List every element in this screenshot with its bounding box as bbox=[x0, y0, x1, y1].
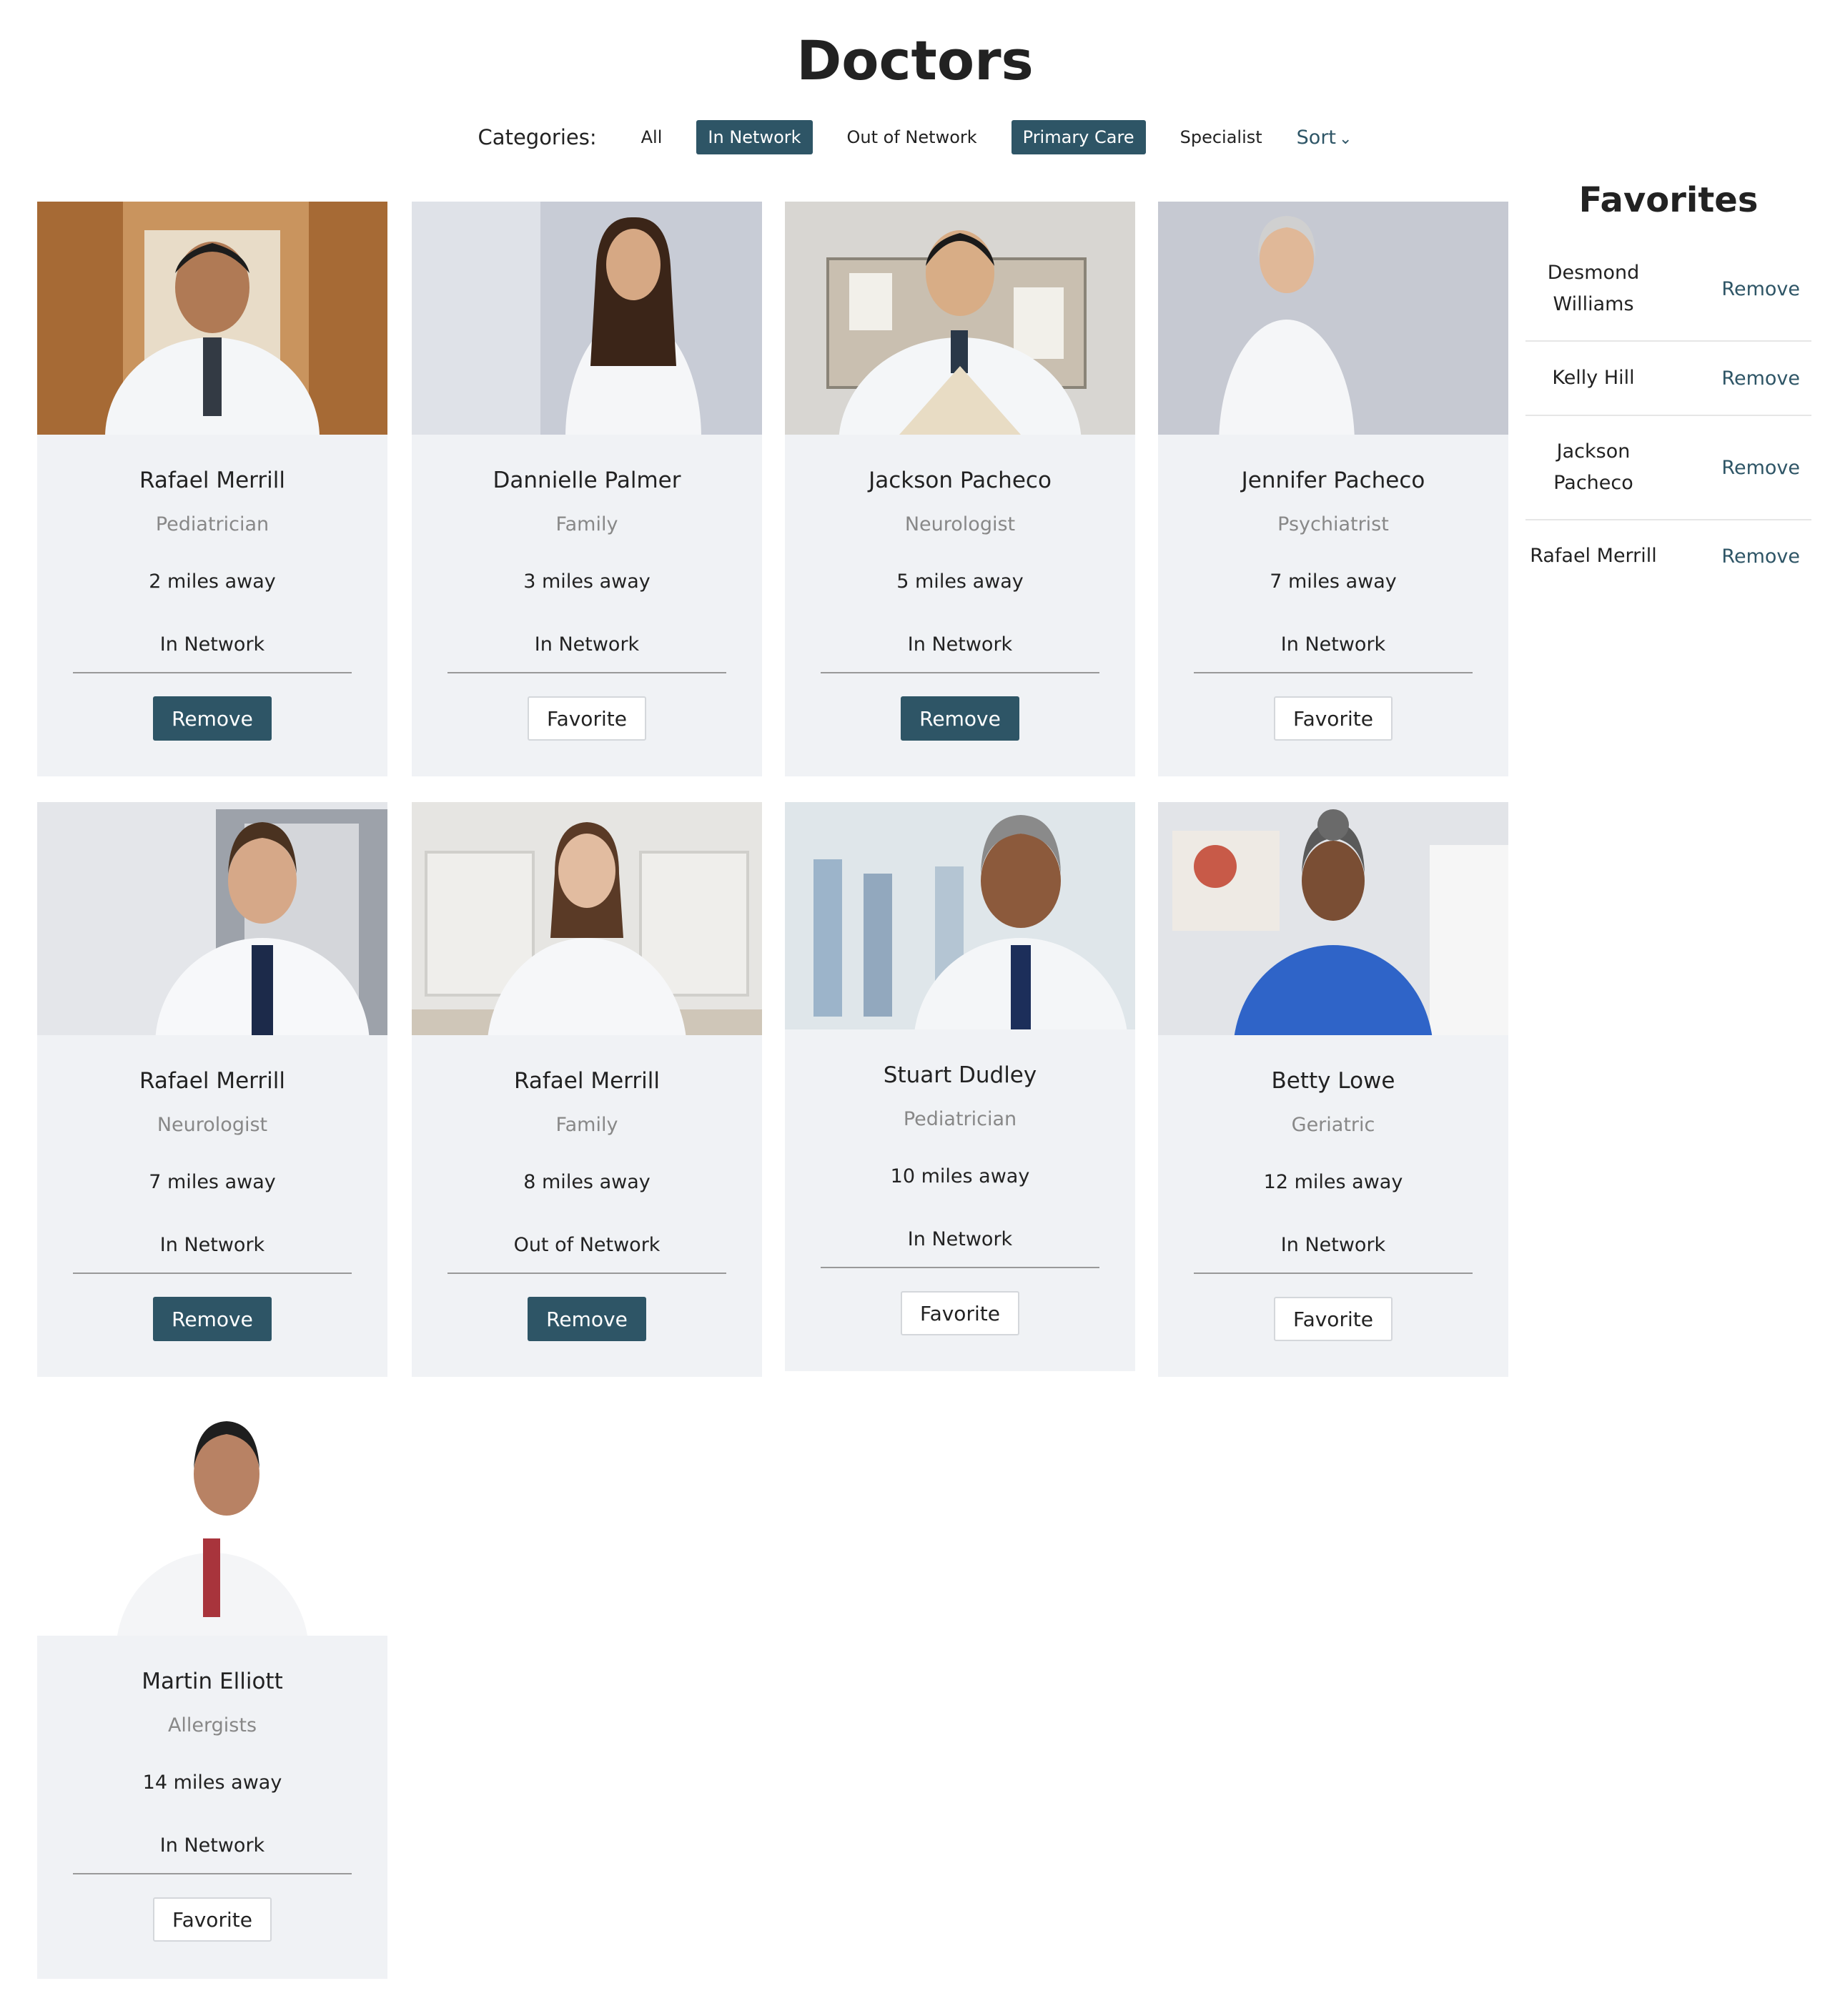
divider bbox=[73, 672, 352, 673]
doctor-distance: 5 miles away bbox=[896, 570, 1024, 593]
doctor-photo bbox=[37, 1403, 387, 1636]
doctor-card: Dannielle Palmer Family 3 miles away In … bbox=[412, 202, 762, 776]
divider bbox=[447, 1273, 726, 1274]
favorite-item: Desmond Williams Remove bbox=[1525, 237, 1811, 342]
doctor-name: Dannielle Palmer bbox=[493, 468, 681, 493]
divider bbox=[1194, 1273, 1473, 1274]
doctor-specialty: Psychiatrist bbox=[1277, 513, 1389, 535]
remove-button[interactable]: Remove bbox=[528, 1297, 646, 1341]
favorite-button[interactable]: Favorite bbox=[901, 1291, 1019, 1335]
doctor-network: In Network bbox=[159, 1834, 265, 1857]
divider bbox=[1194, 672, 1473, 673]
sort-dropdown[interactable]: Sort ⌄ bbox=[1297, 127, 1352, 149]
doctor-name: Rafael Merrill bbox=[139, 468, 285, 493]
doctor-card: Rafael Merrill Pediatrician 2 miles away… bbox=[37, 202, 387, 776]
doctor-specialty: Family bbox=[555, 1114, 618, 1136]
doctor-card: Stuart Dudley Pediatrician 10 miles away… bbox=[785, 802, 1135, 1371]
doctor-specialty: Geriatric bbox=[1291, 1114, 1375, 1136]
doctor-photo bbox=[1158, 802, 1508, 1035]
doctor-specialty: Pediatrician bbox=[155, 513, 269, 535]
favorite-item: Rafael Merrill Remove bbox=[1525, 520, 1811, 592]
favorite-remove-link[interactable]: Remove bbox=[1721, 367, 1800, 390]
favorites-title: Favorites bbox=[1578, 180, 1759, 220]
chevron-down-icon: ⌄ bbox=[1339, 129, 1352, 148]
doctor-name: Rafael Merrill bbox=[514, 1068, 660, 1094]
favorite-item: Kelly Hill Remove bbox=[1525, 342, 1811, 416]
doctor-card: Jackson Pacheco Neurologist 5 miles away… bbox=[785, 202, 1135, 776]
divider bbox=[73, 1873, 352, 1874]
doctor-network: In Network bbox=[159, 1234, 265, 1256]
categories-label: Categories: bbox=[478, 125, 597, 149]
filter-chip-in-network[interactable]: In Network bbox=[696, 120, 813, 154]
doctor-network: Out of Network bbox=[513, 1234, 661, 1256]
doctor-distance: 14 miles away bbox=[142, 1772, 282, 1794]
doctor-network: In Network bbox=[907, 1228, 1013, 1250]
doctor-name: Jennifer Pacheco bbox=[1241, 468, 1425, 493]
filter-chip-all[interactable]: All bbox=[630, 120, 674, 154]
doctor-card: Betty Lowe Geriatric 12 miles away In Ne… bbox=[1158, 802, 1508, 1377]
doctor-card: Martin Elliott Allergists 14 miles away … bbox=[37, 1403, 387, 1979]
filter-chip-out-of-network[interactable]: Out of Network bbox=[836, 120, 989, 154]
doctor-network: In Network bbox=[907, 633, 1013, 656]
doctor-distance: 2 miles away bbox=[149, 570, 276, 593]
favorite-name: Jackson Pacheco bbox=[1553, 440, 1633, 494]
remove-button[interactable]: Remove bbox=[153, 696, 272, 741]
doctor-distance: 12 miles away bbox=[1263, 1171, 1403, 1193]
favorite-remove-link[interactable]: Remove bbox=[1721, 457, 1800, 479]
doctor-specialty: Family bbox=[555, 513, 618, 535]
doctor-distance: 7 miles away bbox=[1270, 570, 1397, 593]
doctor-specialty: Allergists bbox=[167, 1714, 257, 1736]
doctor-specialty: Neurologist bbox=[157, 1114, 268, 1136]
favorite-button[interactable]: Favorite bbox=[1274, 1297, 1393, 1341]
doctor-name: Rafael Merrill bbox=[139, 1068, 285, 1094]
favorite-button[interactable]: Favorite bbox=[153, 1897, 272, 1942]
doctor-name: Betty Lowe bbox=[1271, 1068, 1395, 1094]
doctor-card: Rafael Merrill Family 8 miles away Out o… bbox=[412, 802, 762, 1377]
doctor-distance: 10 miles away bbox=[890, 1165, 1030, 1187]
filter-chip-specialist[interactable]: Specialist bbox=[1169, 120, 1274, 154]
doctor-distance: 3 miles away bbox=[523, 570, 651, 593]
doctor-distance: 8 miles away bbox=[523, 1171, 651, 1193]
doctor-name: Martin Elliott bbox=[142, 1669, 283, 1694]
doctor-network: In Network bbox=[1280, 633, 1386, 656]
doctor-name: Stuart Dudley bbox=[883, 1062, 1037, 1088]
divider bbox=[447, 672, 726, 673]
doctor-photo bbox=[1158, 202, 1508, 435]
divider bbox=[821, 1267, 1099, 1268]
doctor-network: In Network bbox=[534, 633, 640, 656]
favorite-name: Kelly Hill bbox=[1552, 367, 1635, 389]
sort-label: Sort bbox=[1296, 126, 1337, 149]
favorites-panel: Favorites Desmond Williams Remove Kelly … bbox=[1525, 180, 1811, 592]
favorite-remove-link[interactable]: Remove bbox=[1721, 545, 1800, 568]
favorite-name: Rafael Merrill bbox=[1530, 545, 1657, 567]
favorite-name: Desmond Williams bbox=[1547, 262, 1640, 315]
doctor-photo bbox=[37, 802, 387, 1035]
favorite-item: Jackson Pacheco Remove bbox=[1525, 416, 1811, 520]
filter-chip-primary-care[interactable]: Primary Care bbox=[1011, 120, 1146, 154]
favorite-button[interactable]: Favorite bbox=[1274, 696, 1393, 741]
page-title: Doctors bbox=[796, 29, 1034, 92]
doctor-photo bbox=[412, 802, 762, 1035]
doctor-name: Jackson Pacheco bbox=[869, 468, 1052, 493]
doctor-network: In Network bbox=[159, 633, 265, 656]
doctor-card-body: Martin Elliott Allergists 14 miles away … bbox=[37, 1636, 387, 1979]
remove-button[interactable]: Remove bbox=[153, 1297, 272, 1341]
doctor-distance: 7 miles away bbox=[149, 1171, 276, 1193]
doctor-network: In Network bbox=[1280, 1234, 1386, 1256]
divider bbox=[821, 672, 1099, 673]
doctor-specialty: Neurologist bbox=[904, 513, 1016, 535]
favorite-remove-link[interactable]: Remove bbox=[1721, 278, 1800, 300]
favorite-button[interactable]: Favorite bbox=[528, 696, 646, 741]
divider bbox=[73, 1273, 352, 1274]
doctor-card: Rafael Merrill Neurologist 7 miles away … bbox=[37, 802, 387, 1377]
doctor-photo bbox=[37, 202, 387, 435]
doctor-photo bbox=[785, 202, 1135, 435]
doctor-card: Jennifer Pacheco Psychiatrist 7 miles aw… bbox=[1158, 202, 1508, 776]
doctor-photo bbox=[785, 802, 1135, 1029]
remove-button[interactable]: Remove bbox=[901, 696, 1019, 741]
doctor-photo bbox=[412, 202, 762, 435]
category-filter-bar: Categories: All In Network Out of Networ… bbox=[0, 120, 1830, 154]
doctor-specialty: Pediatrician bbox=[903, 1108, 1017, 1130]
